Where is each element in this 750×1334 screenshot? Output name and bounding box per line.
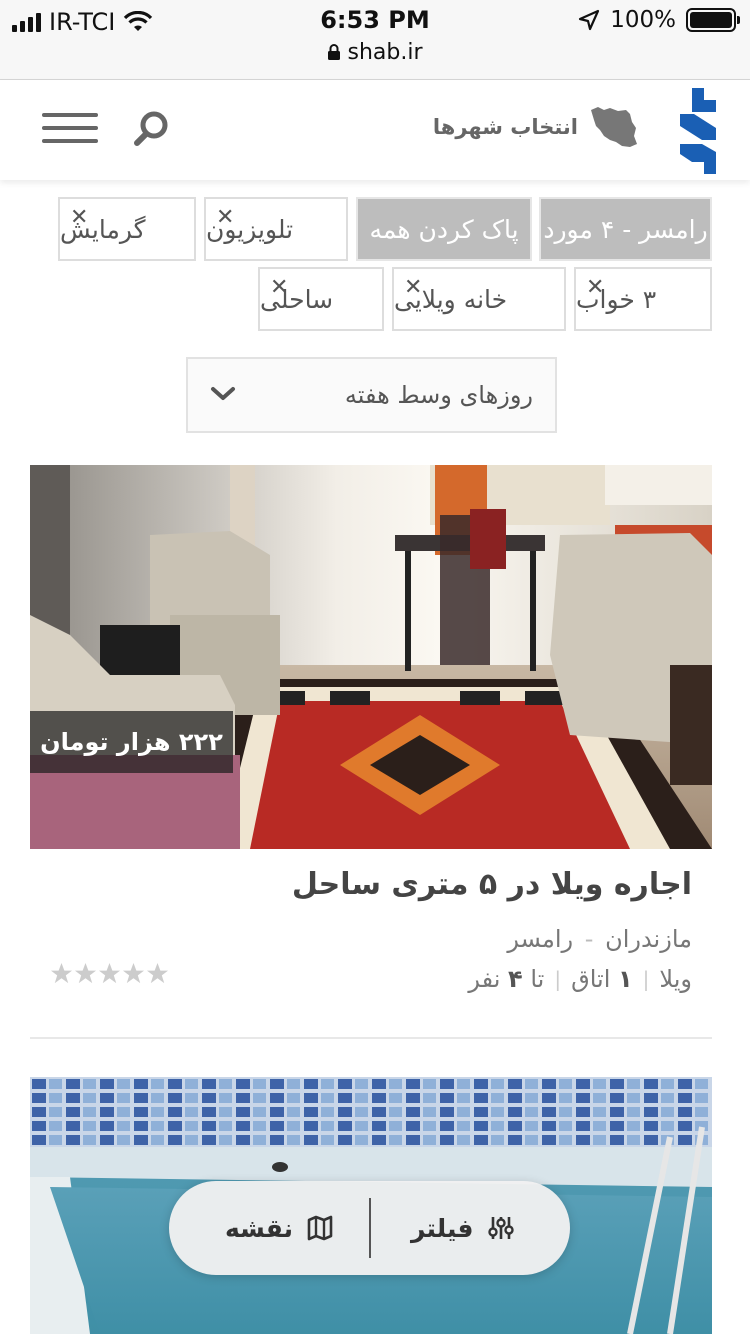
chip-label: رامسر - ۴ مورد <box>543 214 708 244</box>
listing-title[interactable]: اجاره ویلا در ۵ متری ساحل <box>292 867 692 902</box>
listing-divider <box>30 1037 712 1039</box>
chip-label: پاک کردن همه <box>369 214 519 244</box>
capacity-label: نفر <box>468 965 501 993</box>
location-arrow-icon <box>579 9 600 31</box>
capacity: تا ۴ نفر <box>468 965 544 993</box>
star-icon <box>98 962 121 984</box>
battery-percent: 100% <box>610 7 676 33</box>
star-icon <box>74 962 97 984</box>
map-icon <box>307 1215 333 1241</box>
chip-bedrooms[interactable]: ✕ ۳ خواب <box>574 267 712 331</box>
listing-details: ویلا | ۱ اتاق | تا ۴ نفر <box>468 965 692 993</box>
listing-photo[interactable]: ۲۲۲ هزار تومان <box>30 465 712 849</box>
location-separator: - <box>584 925 594 953</box>
close-icon[interactable]: ✕ <box>216 205 234 230</box>
living-room-photo <box>30 465 712 849</box>
lock-icon <box>328 44 341 60</box>
listing-location: مازندران - رامسر <box>507 925 692 953</box>
clear-all-button[interactable]: پاک کردن همه <box>356 197 532 261</box>
chip-heating[interactable]: ✕ گرمایش <box>58 197 196 261</box>
fab-divider <box>369 1198 371 1258</box>
price-value: ۲۲۲ هزار تومان <box>40 728 223 756</box>
room-count-value: ۱ <box>618 965 633 993</box>
chip-tv[interactable]: ✕ تلویزیون <box>204 197 348 261</box>
battery-icon <box>686 8 740 32</box>
room-count-label: اتاق <box>571 965 611 993</box>
search-icon[interactable] <box>132 108 172 148</box>
property-type: ویلا <box>659 965 692 993</box>
capacity-prefix: تا <box>530 965 545 993</box>
star-icon <box>50 962 73 984</box>
rating-stars <box>50 962 169 985</box>
filter-button[interactable]: فیلتر <box>411 1181 514 1275</box>
province: مازندران <box>605 925 692 953</box>
floating-action-bar: نقشه فیلتر <box>169 1181 570 1275</box>
city-select-label: انتخاب شهرها <box>432 115 578 139</box>
iran-map-icon <box>591 107 637 147</box>
price-tag: ۲۲۲ هزار تومان <box>30 711 233 773</box>
city: رامسر <box>507 925 574 953</box>
room-count: ۱ اتاق <box>571 965 633 993</box>
capacity-value: ۴ <box>508 965 523 993</box>
star-icon <box>122 962 145 984</box>
address-bar[interactable]: shab.ir <box>0 40 750 65</box>
separator: | <box>554 967 562 991</box>
chip-villa-house[interactable]: ✕ خانه ویلایی <box>392 267 566 331</box>
filter-label: فیلتر <box>411 1213 474 1243</box>
status-right: 100% <box>578 7 740 33</box>
url-text: shab.ir <box>347 40 423 65</box>
shab-logo[interactable] <box>680 88 716 174</box>
star-icon <box>146 962 169 984</box>
chip-coastal[interactable]: ✕ ساحلی <box>258 267 384 331</box>
close-icon[interactable]: ✕ <box>586 275 604 300</box>
sliders-icon <box>487 1217 514 1239</box>
city-select[interactable]: انتخاب شهرها <box>433 104 638 150</box>
day-select-value: روزهای وسط هفته <box>344 381 533 409</box>
close-icon[interactable]: ✕ <box>270 275 288 300</box>
close-icon[interactable]: ✕ <box>70 205 88 230</box>
chevron-down-icon <box>211 387 235 400</box>
map-label: نقشه <box>225 1213 293 1243</box>
day-select[interactable]: روزهای وسط هفته <box>186 357 557 433</box>
city-count-chip[interactable]: رامسر - ۴ مورد <box>539 197 712 261</box>
status-bar: IR-TCI 6:53 PM shab.ir 100% <box>0 0 750 80</box>
hamburger-icon[interactable] <box>42 113 98 143</box>
separator: | <box>642 967 650 991</box>
map-button[interactable]: نقشه <box>225 1181 333 1275</box>
site-header: انتخاب شهرها <box>0 80 750 180</box>
close-icon[interactable]: ✕ <box>404 275 422 300</box>
